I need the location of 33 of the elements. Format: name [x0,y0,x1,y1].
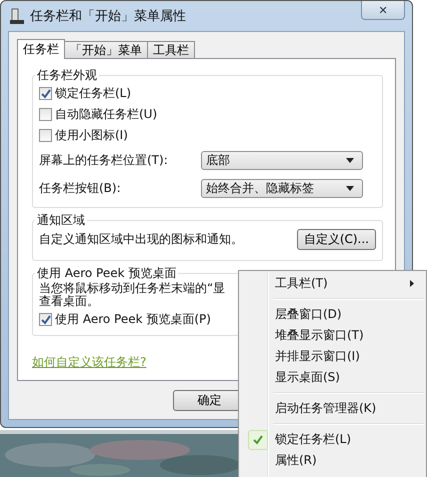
checkbox[interactable] [39,313,52,326]
dropdown-label: 屏幕上的任务栏位置(T): [39,152,169,168]
tab[interactable]: 「开始」菜单 [64,41,148,58]
checkbox-label: 自动隐藏任务栏(U) [55,106,158,123]
menu-item[interactable]: 并排显示窗口(I) [241,346,424,367]
checkbox[interactable] [39,87,52,100]
menu-item[interactable]: 锁定任务栏(L) [241,429,424,450]
checkbox-label: 使用小图标(I) [55,127,128,144]
dropdown-arrow-icon [346,186,354,190]
menu-item[interactable]: 层叠窗口(D) [241,304,424,325]
group-title: 通知区域 [36,212,86,229]
menu-item[interactable]: 堆叠显示窗口(T) [241,325,424,346]
checkbox-label: 使用 Aero Peek 预览桌面(P) [55,311,211,328]
checkbox[interactable] [39,129,52,142]
tab[interactable]: 工具栏 [147,41,195,58]
dropdown-label: 任务栏按钮(B): [39,180,122,196]
description-text: 当您将鼠标移动到任务栏末端的“显 查看桌面。 [39,282,226,308]
dropdown[interactable]: 始终合并、隐藏标签 [201,178,363,198]
close-button[interactable]: ✕ [361,1,405,20]
customize-button[interactable]: 自定义(C)... [296,229,376,250]
group-title: 任务栏外观 [36,67,98,84]
description-text: 自定义通知区域中出现的图标和通知。 [39,231,243,248]
group-title: 使用 Aero Peek 预览桌面 [36,265,178,282]
menu-item[interactable]: 显示桌面(S) [241,367,424,388]
checkbox-label: 锁定任务栏(L) [55,85,132,102]
dropdown[interactable]: 底部 [201,150,363,170]
menu-item[interactable]: 工具栏(T) [241,273,424,294]
menu-item[interactable]: 属性(R) [241,450,424,471]
tab[interactable]: 任务栏 [17,39,65,59]
checkbox[interactable] [39,108,52,121]
taskbar-icon [10,8,24,24]
window-title: 任务栏和「开始」菜单属性 [30,8,186,25]
dropdown-arrow-icon [346,158,354,162]
